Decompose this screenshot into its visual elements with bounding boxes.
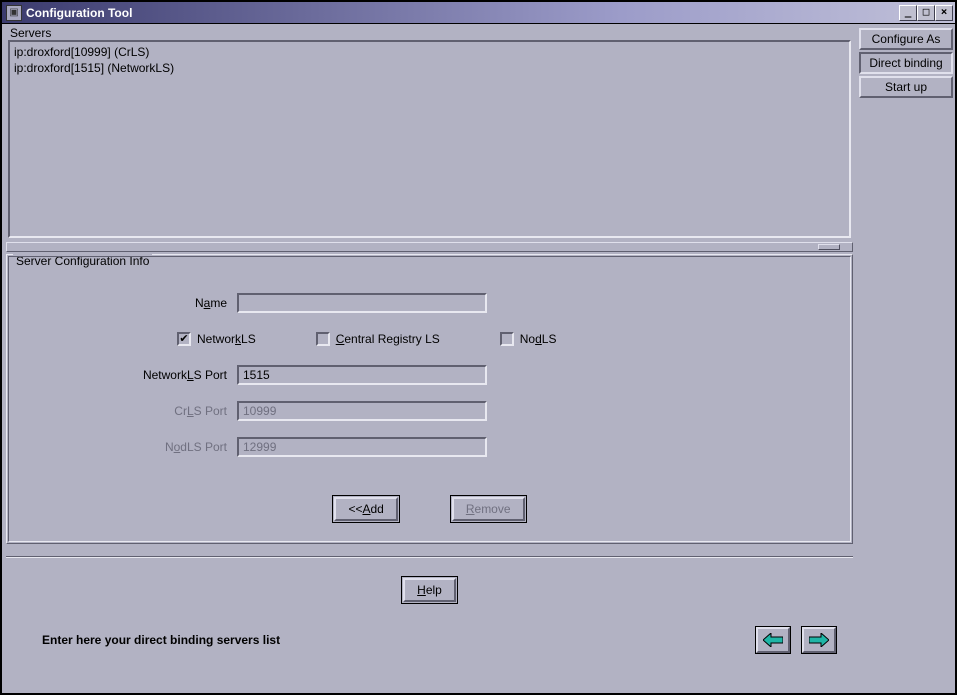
name-input[interactable] xyxy=(237,293,487,313)
help-button[interactable]: Help xyxy=(403,578,456,602)
servers-group: Servers ip:droxford[10999] (CrLS) ip:dro… xyxy=(6,26,853,240)
crls-port-row: CrLS Port xyxy=(37,393,822,429)
checkbox-row: NetworkLS Central Registry LS xyxy=(37,321,822,357)
window-title: Configuration Tool xyxy=(26,6,899,20)
titlebar: ▣ Configuration Tool _ □ × xyxy=(2,2,955,24)
back-button[interactable] xyxy=(755,626,791,654)
window-controls: _ □ × xyxy=(899,5,953,21)
add-button[interactable]: << Add xyxy=(334,497,397,521)
close-button[interactable]: × xyxy=(935,5,953,21)
window: ▣ Configuration Tool _ □ × Servers ip:dr… xyxy=(0,0,957,695)
server-item[interactable]: ip:droxford[1515] (NetworkLS) xyxy=(12,60,847,76)
config-form: Name NetworkLS xyxy=(7,265,852,543)
networkls-port-label: NetworkLS Port xyxy=(37,368,237,382)
networkls-checkbox[interactable] xyxy=(177,332,191,346)
server-item[interactable]: ip:droxford[10999] (CrLS) xyxy=(12,44,847,60)
remove-button: Remove xyxy=(452,497,525,521)
add-remove-row: << Add Remove xyxy=(37,495,822,523)
splitter[interactable] xyxy=(6,242,853,252)
side-panel: Configure As Direct binding Start up xyxy=(857,24,955,693)
nodls-checkbox-wrap: NodLS xyxy=(500,332,557,346)
nodls-port-row: NodLS Port xyxy=(37,429,822,465)
centralregistry-checkbox-wrap: Central Registry LS xyxy=(316,332,440,346)
main-column: Servers ip:droxford[10999] (CrLS) ip:dro… xyxy=(2,24,857,693)
networkls-checkbox-label: NetworkLS xyxy=(197,332,256,346)
servers-list[interactable]: ip:droxford[10999] (CrLS) ip:droxford[15… xyxy=(8,40,851,238)
nodls-checkbox[interactable] xyxy=(500,332,514,346)
nodls-checkbox-label: NodLS xyxy=(520,332,557,346)
nodls-port-label: NodLS Port xyxy=(37,440,237,454)
name-row: Name xyxy=(37,285,822,321)
nodls-port-input xyxy=(237,437,487,457)
networkls-port-row: NetworkLS Port xyxy=(37,357,822,393)
splitter-grip-icon[interactable] xyxy=(818,244,840,250)
add-button-frame: << Add xyxy=(332,495,399,523)
centralregistry-checkbox[interactable] xyxy=(316,332,330,346)
help-row: Help xyxy=(2,576,857,604)
direct-binding-button[interactable]: Direct binding xyxy=(859,52,953,74)
name-label: Name xyxy=(37,296,237,310)
networkls-checkbox-wrap: NetworkLS xyxy=(177,332,256,346)
configure-as-button[interactable]: Configure As xyxy=(859,28,953,50)
footer: Enter here your direct binding servers l… xyxy=(2,620,857,668)
start-up-button[interactable]: Start up xyxy=(859,76,953,98)
crls-port-input xyxy=(237,401,487,421)
servers-group-label: Servers xyxy=(6,26,853,40)
centralregistry-checkbox-label: Central Registry LS xyxy=(336,332,440,346)
minimize-button[interactable]: _ xyxy=(899,5,917,21)
help-button-frame: Help xyxy=(401,576,458,604)
maximize-button[interactable]: □ xyxy=(917,5,935,21)
server-config-group: Server Configuration Info Name NetworkLS xyxy=(6,254,853,544)
arrow-left-icon xyxy=(763,633,783,647)
next-button[interactable] xyxy=(801,626,837,654)
remove-button-frame: Remove xyxy=(450,495,527,523)
client-area: Servers ip:droxford[10999] (CrLS) ip:dro… xyxy=(2,24,955,693)
divider xyxy=(6,556,853,558)
footer-hint: Enter here your direct binding servers l… xyxy=(42,633,745,647)
system-menu-icon[interactable]: ▣ xyxy=(6,5,22,21)
crls-port-label: CrLS Port xyxy=(37,404,237,418)
arrow-right-icon xyxy=(809,633,829,647)
networkls-port-input[interactable] xyxy=(237,365,487,385)
